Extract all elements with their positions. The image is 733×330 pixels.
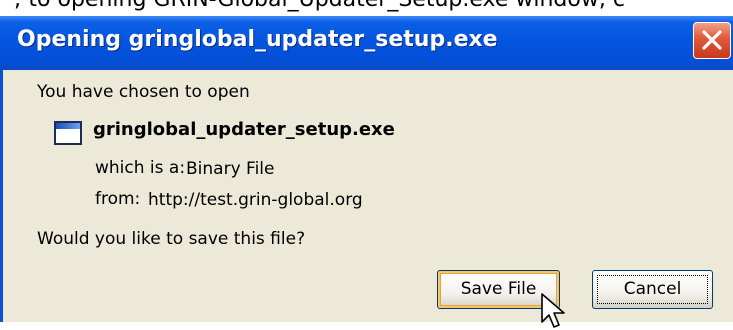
application-window-icon bbox=[54, 121, 82, 145]
file-type-value: Binary File bbox=[186, 159, 275, 179]
close-button[interactable] bbox=[693, 22, 731, 59]
save-file-label: Save File bbox=[460, 279, 537, 299]
file-type-label: which is a: bbox=[95, 158, 186, 178]
source-label: from: bbox=[95, 189, 141, 209]
file-name: gringlobal_updater_setup.exe bbox=[93, 119, 395, 140]
source-url: http://test.grin-global.org bbox=[148, 190, 363, 210]
save-question: Would you like to save this file? bbox=[37, 229, 306, 249]
background-text: ; to opening GRIN-Global_Updater_Setup.e… bbox=[14, 0, 625, 12]
background-text-strip: ; to opening GRIN-Global_Updater_Setup.e… bbox=[0, 0, 733, 16]
download-dialog: Opening gringlobal_updater_setup.exe You… bbox=[0, 16, 733, 328]
title-bar[interactable]: Opening gringlobal_updater_setup.exe bbox=[0, 16, 733, 70]
dialog-title: Opening gringlobal_updater_setup.exe bbox=[17, 27, 498, 52]
close-icon bbox=[702, 30, 722, 50]
focus-rectangle bbox=[597, 275, 708, 304]
intro-text: You have chosen to open bbox=[37, 82, 250, 102]
dialog-body: You have chosen to open gringlobal_updat… bbox=[3, 70, 733, 328]
mouse-pointer-icon bbox=[541, 293, 565, 328]
cancel-button[interactable]: Cancel bbox=[592, 270, 713, 309]
